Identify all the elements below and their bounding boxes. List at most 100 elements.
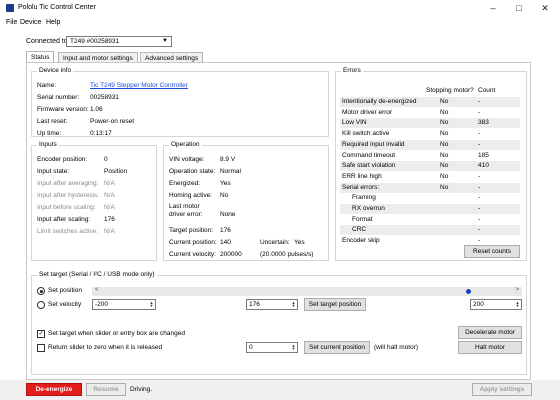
target-position-label: Target position:: [169, 227, 214, 234]
apply-settings-button[interactable]: Apply settings: [472, 383, 532, 396]
error-count: -: [478, 194, 481, 202]
maximize-icon[interactable]: □: [506, 0, 532, 16]
error-row: RX overrun -: [340, 204, 520, 214]
after-hysteresis-label: Input after hysteresis:: [37, 192, 100, 199]
spin-arrows-icon[interactable]: ▲ ▼: [515, 301, 520, 308]
after-scaling-label: Input after scaling:: [37, 216, 91, 223]
title-bar: Pololu Tic Control Center – □ ✕: [0, 0, 560, 17]
set-position-label: Set position: [48, 287, 82, 294]
before-scaling-label: Input before scaling:: [37, 204, 96, 211]
error-count: -: [478, 140, 481, 148]
last-motor-label-line1: Last motor: [169, 203, 200, 210]
menu-help[interactable]: Help: [46, 19, 60, 26]
device-info-title: Device info: [37, 67, 74, 74]
resume-button[interactable]: Resume: [86, 383, 126, 396]
return-zero-checkbox[interactable]: [37, 344, 45, 352]
slider-left-arrow-icon[interactable]: <: [95, 287, 99, 293]
menu-file[interactable]: File: [6, 19, 17, 26]
target-value: 176: [249, 301, 260, 308]
status-text: Driving.: [130, 386, 153, 393]
count-header: Count: [478, 87, 496, 94]
target-value-input[interactable]: 176 ▲ ▼: [246, 299, 298, 310]
firmware-label: Firmware version:: [37, 106, 89, 113]
serial-value: 00258931: [90, 94, 119, 101]
set-target-position-button[interactable]: Set target position: [304, 298, 366, 311]
error-name: Kill switch active: [342, 130, 390, 138]
set-velocity-label: Set velocity: [48, 301, 82, 308]
halt-motor-button[interactable]: Halt motor: [458, 341, 522, 354]
device-info-group: Device info Name: Tic T249 Stepper Motor…: [31, 67, 329, 137]
errors-group: Errors Stopping motor? Count Intentional…: [335, 67, 527, 261]
error-name: Intentionally de-energized: [342, 98, 417, 105]
slider-right-arrow-icon[interactable]: >: [515, 287, 519, 293]
reset-counts-button[interactable]: Reset counts: [464, 245, 520, 258]
error-name: Serial errors:: [342, 183, 380, 191]
error-count: -: [478, 108, 481, 116]
error-row: Motor driver error No -: [340, 108, 520, 118]
op-state-value: Normal: [220, 168, 241, 175]
uncertain-label: Uncertain:: [260, 239, 290, 246]
uncertain-value: Yes: [294, 239, 305, 246]
error-count: -: [478, 215, 481, 223]
error-row: Safe start violation No 410: [340, 161, 520, 172]
position-slider[interactable]: < >: [92, 287, 522, 296]
device-name-link[interactable]: Tic T249 Stepper Motor Controller: [90, 82, 188, 89]
inputs-group: Inputs Encoder position: 0 Input state: …: [31, 141, 157, 261]
error-row: Command timeout No 185: [340, 151, 520, 161]
decelerate-motor-button[interactable]: Decelerate motor: [458, 326, 522, 339]
error-count: -: [478, 172, 481, 180]
error-stopping: No: [440, 151, 449, 159]
current-velocity-pulses: (20.0000 pulses/s): [260, 251, 314, 258]
error-row: Kill switch active No -: [340, 129, 520, 139]
error-stopping: No: [440, 140, 449, 148]
menu-bar: File Device Help: [0, 17, 560, 30]
error-count: -: [478, 98, 481, 105]
uptime-label: Up time:: [37, 130, 62, 137]
error-name: Framing: [352, 194, 376, 202]
after-averaging-value: N/A: [104, 180, 115, 187]
current-velocity-value: 200000: [220, 251, 242, 258]
error-stopping: No: [440, 183, 449, 191]
set-velocity-radio[interactable]: [37, 301, 45, 309]
error-name: Low VIN: [342, 119, 367, 127]
after-hysteresis-value: N/A: [104, 192, 115, 199]
spin-arrows-icon[interactable]: ▲ ▼: [291, 344, 296, 351]
last-motor-value: None: [220, 211, 236, 218]
error-name: Motor driver error: [342, 108, 393, 116]
window-title: Pololu Tic Control Center: [18, 4, 96, 11]
error-row: Format -: [340, 215, 520, 225]
error-name: ERR line high: [342, 172, 382, 180]
close-icon[interactable]: ✕: [532, 0, 558, 16]
device-select[interactable]: T249 #00258931 ▼: [66, 36, 172, 47]
error-name: Required input invalid: [342, 140, 405, 148]
minimize-icon[interactable]: –: [480, 0, 506, 16]
homing-label: Homing active:: [169, 192, 212, 199]
error-row: Intentionally de-energized No -: [340, 97, 520, 107]
error-row: CRC -: [340, 225, 520, 236]
deenergize-button[interactable]: De-energize: [26, 383, 82, 396]
energized-label: Energized:: [169, 180, 201, 187]
spin-arrows-icon[interactable]: ▲ ▼: [291, 301, 296, 308]
last-motor-label-line2: driver error:: [169, 211, 203, 218]
app-icon: [6, 4, 14, 12]
spin-arrows-icon[interactable]: ▲ ▼: [149, 301, 154, 308]
error-stopping: No: [440, 108, 449, 116]
velocity-max-input[interactable]: 200 ▲ ▼: [470, 299, 522, 310]
firmware-value: 1.06: [90, 106, 103, 113]
energized-value: Yes: [220, 180, 231, 187]
set-position-radio[interactable]: [37, 287, 45, 295]
target-position-value: 176: [220, 227, 231, 234]
menu-device[interactable]: Device: [20, 19, 41, 26]
operation-title: Operation: [169, 141, 202, 148]
set-when-changed-checkbox[interactable]: ✓: [37, 330, 45, 338]
error-stopping: No: [440, 130, 449, 138]
connected-label: Connected to:: [26, 38, 70, 45]
set-current-position-button[interactable]: Set current position: [304, 341, 370, 354]
error-count: 185: [478, 151, 489, 159]
error-stopping: No: [440, 172, 449, 180]
error-count: -: [478, 130, 481, 138]
slider-thumb[interactable]: [466, 289, 472, 294]
current-position-input[interactable]: 0 ▲ ▼: [246, 342, 298, 353]
velocity-min-input[interactable]: -200 ▲ ▼: [92, 299, 156, 310]
error-count: -: [478, 205, 481, 212]
